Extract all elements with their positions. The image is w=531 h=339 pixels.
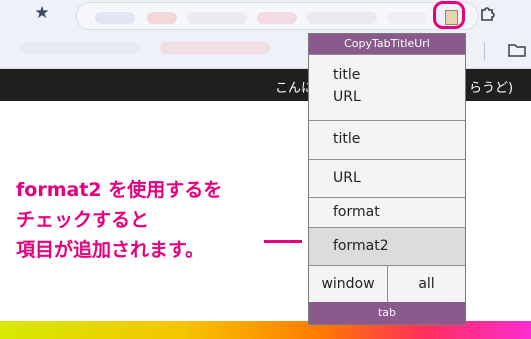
annotation-line: format2 を使用するを bbox=[16, 179, 223, 201]
browser-toolbar: ★ bbox=[0, 0, 531, 30]
menu-item-format[interactable]: format bbox=[309, 197, 465, 227]
folder-icon[interactable] bbox=[508, 43, 526, 57]
menu-item-label: URL bbox=[333, 89, 361, 105]
blurred-content bbox=[307, 12, 377, 24]
address-bar[interactable] bbox=[76, 2, 478, 30]
menu-item-label: format bbox=[333, 204, 380, 220]
annotation-pointer bbox=[264, 240, 302, 243]
popup-title: CopyTabTitleUrl bbox=[309, 34, 465, 54]
scope-button-row: window all bbox=[309, 265, 465, 302]
menu-item-title-url[interactable]: title URL bbox=[309, 54, 465, 120]
popup-footer-tab[interactable]: tab bbox=[309, 302, 465, 324]
annotation-line: チェックすると bbox=[16, 209, 150, 231]
blurred-content bbox=[95, 12, 135, 24]
copytabtitleurl-extension-icon bbox=[445, 10, 458, 25]
blurred-content bbox=[187, 12, 247, 24]
menu-item-url[interactable]: URL bbox=[309, 159, 465, 197]
menu-item-label: URL bbox=[333, 170, 361, 186]
menu-item-label: title bbox=[333, 67, 361, 83]
blurred-content bbox=[257, 12, 297, 24]
menu-item-format2[interactable]: format2 bbox=[309, 227, 465, 265]
bookmark-star-icon[interactable]: ★ bbox=[33, 4, 51, 22]
annotation-text: format2 を使用するを チェックすると 項目が追加されます。 bbox=[16, 175, 222, 265]
blurred-content bbox=[160, 42, 270, 54]
annotation-line: 項目が追加されます。 bbox=[16, 239, 205, 261]
menu-item-title[interactable]: title bbox=[309, 120, 465, 159]
menu-item-label: format2 bbox=[333, 238, 389, 254]
toolbar-separator bbox=[484, 42, 485, 60]
puzzle-icon[interactable] bbox=[478, 4, 498, 24]
blurred-content bbox=[20, 42, 140, 54]
extension-popup: CopyTabTitleUrl title URL title URL form… bbox=[308, 33, 466, 325]
menu-item-label: title bbox=[333, 131, 361, 147]
blurred-content bbox=[147, 12, 177, 24]
window-button[interactable]: window bbox=[309, 266, 387, 302]
blurred-content bbox=[387, 12, 427, 24]
all-button[interactable]: all bbox=[388, 266, 465, 302]
extension-button-highlight[interactable] bbox=[433, 1, 465, 29]
